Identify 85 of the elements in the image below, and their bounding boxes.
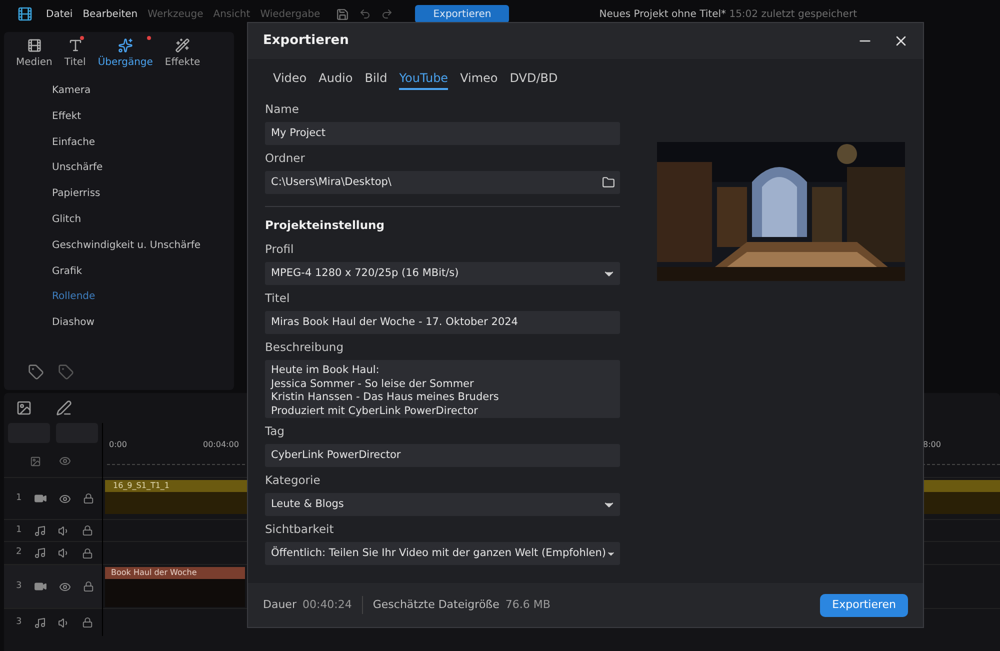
- category-item[interactable]: Unschärfe: [52, 155, 103, 182]
- pen-icon[interactable]: [56, 400, 72, 416]
- field-label: Profil: [265, 241, 294, 258]
- sparkle-icon: [118, 38, 133, 53]
- field-label: Ordner: [265, 150, 305, 167]
- eye-icon[interactable]: [59, 580, 71, 592]
- library-tab[interactable]: Übergänge: [94, 38, 157, 70]
- export-tab[interactable]: Audio: [318, 69, 353, 90]
- lock-icon[interactable]: [83, 581, 94, 592]
- track-number: 1: [16, 524, 22, 537]
- input-field[interactable]: My Project: [265, 122, 620, 145]
- field-label: Titel: [265, 290, 290, 308]
- export-button[interactable]: Exportieren: [415, 5, 510, 23]
- dropdown[interactable]: MPEG-4 1280 x 720/25p (16 MBit/s): [265, 262, 620, 286]
- export-button[interactable]: Exportieren: [820, 594, 908, 616]
- field-label: Tag: [265, 423, 284, 440]
- video-camera-icon: [34, 580, 47, 593]
- speaker-icon[interactable]: [58, 524, 70, 536]
- input-field[interactable]: CyberLink PowerDirector: [265, 444, 620, 468]
- input-field[interactable]: C:\Users\Mira\Desktop\: [265, 171, 620, 194]
- music-icon: [34, 524, 46, 536]
- music-icon: [34, 616, 46, 628]
- track-number: 1: [16, 492, 22, 505]
- category-item[interactable]: Glitch: [52, 206, 82, 233]
- tag-icon[interactable]: [58, 364, 74, 380]
- lock-icon[interactable]: [82, 525, 93, 536]
- export-tab[interactable]: Vimeo: [460, 69, 498, 90]
- magic-wand-icon: [175, 38, 190, 53]
- category-item[interactable]: Papierriss: [52, 181, 100, 207]
- dropdown[interactable]: Leute & Blogs: [265, 493, 620, 516]
- dialog-title: Exportieren: [263, 32, 349, 50]
- library-tab[interactable]: Effekte: [160, 38, 204, 70]
- duration-label: Dauer: [263, 596, 296, 613]
- project-title: Neues Projekt ohne Titel* 15:02 zuletzt gespeichert: [599, 8, 857, 22]
- file-size-label: Geschätzte Dateigröße: [372, 596, 500, 613]
- lock-icon[interactable]: [82, 617, 93, 628]
- ruler-label: 00:04:00: [203, 439, 239, 451]
- text-area[interactable]: Heute im Book Haul: Jessica Sommer - So leise der Sommer Kristin Hanssen - Das Haus meines Bruders Produziert mit CyberLink PowerDirector: [265, 360, 620, 418]
- eye-icon: [59, 455, 71, 467]
- track-number: 3: [16, 580, 22, 593]
- export-tab[interactable]: Video: [273, 69, 307, 90]
- field-label: Sichtbarkeit: [265, 521, 334, 538]
- film-icon: [26, 38, 42, 53]
- category-item[interactable]: Einfache: [52, 130, 96, 156]
- ruler-label: 0:00: [109, 439, 127, 451]
- field-label: Kategorie: [265, 472, 320, 490]
- export-tab[interactable]: YouTube: [399, 69, 448, 90]
- music-icon: [34, 547, 46, 559]
- section-heading: Projekteinstellung: [265, 217, 384, 234]
- speaker-icon[interactable]: [58, 616, 70, 628]
- video-camera-icon: [34, 492, 47, 505]
- menu-item[interactable]: Datei: [46, 6, 73, 22]
- redo-icon[interactable]: [381, 8, 394, 20]
- thumbnail-icon: [30, 456, 41, 466]
- field-label: Beschreibung: [265, 339, 344, 356]
- export-tab[interactable]: Bild: [364, 69, 388, 90]
- add-tag-icon[interactable]: [28, 364, 44, 380]
- speaker-icon[interactable]: [58, 547, 70, 559]
- category-item[interactable]: Kamera: [52, 78, 91, 104]
- library-tab[interactable]: Titel: [60, 38, 90, 70]
- ruler-label: 8:00: [923, 439, 941, 451]
- track-number: 3: [16, 616, 22, 629]
- category-item[interactable]: Geschwindigkeit u. Unschärfe: [52, 232, 200, 259]
- folder-icon[interactable]: [602, 176, 615, 189]
- library-tab[interactable]: Medien: [12, 38, 56, 70]
- category-item[interactable]: Diashow: [52, 310, 94, 336]
- category-item[interactable]: Effekt: [52, 104, 82, 130]
- text-icon: [68, 38, 83, 53]
- input-field[interactable]: Miras Book Haul der Woche - 17. Oktober 2024: [265, 311, 620, 334]
- lock-icon[interactable]: [83, 493, 94, 504]
- eye-icon[interactable]: [59, 492, 71, 504]
- field-label: Name: [265, 101, 299, 118]
- undo-icon[interactable]: [359, 8, 372, 20]
- category-item[interactable]: Rollende: [52, 284, 96, 310]
- duration-value: 00:40:24: [302, 596, 352, 613]
- file-size-value: 76.6 MB: [505, 596, 550, 613]
- lock-icon[interactable]: [82, 548, 93, 558]
- timeline-tool-icon[interactable]: [16, 400, 32, 416]
- title-clip[interactable]: Book Haul der Woche: [105, 567, 245, 607]
- dropdown[interactable]: Öffentlich: Teilen Sie Ihr Video mit der ganzen Welt (Empfohlen): [265, 542, 620, 566]
- track-number: 2: [16, 546, 22, 560]
- menu-item[interactable]: Bearbeiten: [82, 6, 138, 22]
- category-item[interactable]: Grafik: [52, 258, 82, 284]
- save-icon[interactable]: [336, 8, 350, 20]
- export-tab[interactable]: DVD/BD: [510, 69, 558, 90]
